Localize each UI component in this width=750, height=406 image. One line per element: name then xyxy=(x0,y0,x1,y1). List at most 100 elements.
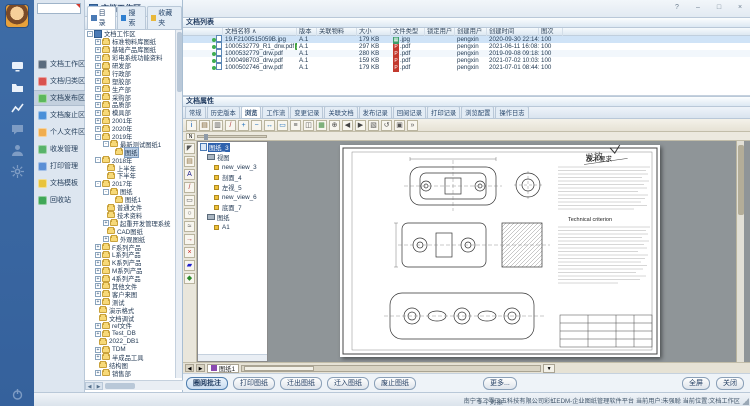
tree-expander-icon[interactable]: - xyxy=(95,157,101,163)
tree-node[interactable]: +客户来图 xyxy=(85,290,175,298)
file-row[interactable]: 1000498703_drw.pdfA.1159 KBP.pdfpengxin2… xyxy=(183,57,750,64)
fullscreen-button[interactable]: 全屏 xyxy=(682,377,710,390)
fit-page-icon[interactable]: ▭ xyxy=(277,120,288,131)
fit-width-icon[interactable]: ↔ xyxy=(264,120,275,131)
tree-expander-icon[interactable]: + xyxy=(95,260,101,266)
props-tab-7[interactable]: 发布记录 xyxy=(359,106,392,118)
zoom-out-icon[interactable]: − xyxy=(251,120,262,131)
tree-horizontal-scrollbar[interactable]: ◀ ▶ xyxy=(85,380,183,390)
tree-node[interactable]: +Test_DB xyxy=(85,330,175,338)
shape-tool-icon[interactable]: ◆ xyxy=(184,273,195,284)
sidebar-item-5[interactable]: 个人文件区 xyxy=(34,124,85,140)
model-tree-node[interactable]: new_view_6 xyxy=(198,192,267,202)
scroll-right-icon[interactable]: ▶ xyxy=(94,382,103,390)
tree-node[interactable]: +ref文件 xyxy=(85,322,175,330)
props-tab-10[interactable]: 浏览配置 xyxy=(461,106,494,118)
tree-expander-icon[interactable]: + xyxy=(95,126,101,132)
tree-expander-icon[interactable]: - xyxy=(103,189,109,195)
tree-node[interactable]: +销售部 xyxy=(85,369,175,377)
resize-grip[interactable] xyxy=(742,398,749,405)
props-tab-8[interactable]: 回阅记录 xyxy=(393,106,426,118)
file-row[interactable]: 1000532779_drw.pdfA.1280 KBP.pdfpengxin2… xyxy=(183,50,750,57)
measure-icon[interactable]: ▣ xyxy=(394,120,405,131)
model-tree-node[interactable]: 剖面_4 xyxy=(198,172,267,182)
arrow-tool-icon[interactable]: → xyxy=(184,234,195,245)
snapshot-icon[interactable]: ▦ xyxy=(316,120,327,131)
prev-page-icon[interactable]: ◀ xyxy=(342,120,353,131)
tree-expander-icon[interactable]: + xyxy=(95,347,101,353)
tree-expander-icon[interactable]: + xyxy=(95,110,101,116)
tree-expander-icon[interactable]: + xyxy=(95,299,101,305)
views-icon[interactable]: ◫ xyxy=(303,120,314,131)
thumbnails-icon[interactable]: ▤ xyxy=(199,120,210,131)
sheet-prev-icon[interactable]: ◀ xyxy=(185,364,194,372)
avatar[interactable] xyxy=(5,4,29,28)
tree-expander-icon[interactable]: + xyxy=(95,323,101,329)
column-header-7[interactable]: 创建用户 xyxy=(455,28,487,36)
canvas-vertical-scrollbar[interactable] xyxy=(736,141,744,362)
tree-expander-icon[interactable]: - xyxy=(95,134,101,140)
sidebar-item-8[interactable]: 文档模板 xyxy=(34,175,85,191)
tree-expander-icon[interactable]: + xyxy=(95,276,101,282)
props-tab-11[interactable]: 操作日志 xyxy=(495,106,528,118)
model-tree-node[interactable]: A1 xyxy=(198,222,267,232)
sidebar-item-1[interactable]: 文档工作区 xyxy=(34,56,85,72)
props-tab-2[interactable]: 历史版本 xyxy=(207,106,240,118)
props-tab-5[interactable]: 变更记录 xyxy=(290,106,323,118)
tree-node[interactable]: 2022_DB1 xyxy=(85,338,175,346)
tree-expander-icon[interactable]: + xyxy=(95,244,101,250)
model-tree-node[interactable]: 图纸_3 xyxy=(198,142,267,152)
tree-expander-icon[interactable]: + xyxy=(95,47,101,53)
tree-expander-icon[interactable]: + xyxy=(95,63,101,69)
props-tab-9[interactable]: 打印记录 xyxy=(427,106,460,118)
print-icon[interactable]: ▥ xyxy=(212,120,223,131)
zoom-window-icon[interactable]: ▧ xyxy=(368,120,379,131)
column-header-3[interactable]: 关联物料 xyxy=(317,28,357,36)
zoom-in-icon[interactable]: + xyxy=(238,120,249,131)
tree-tab-1[interactable]: 目录 xyxy=(87,6,116,29)
circle-tool-icon[interactable]: ○ xyxy=(184,208,195,219)
file-row[interactable]: 1000532779_R1_drw.pdf最新A.1297 KBP.pdfpen… xyxy=(183,43,750,50)
column-header-4[interactable]: 大小 xyxy=(357,28,391,36)
power-icon[interactable] xyxy=(9,386,25,402)
tree-expander-icon[interactable]: - xyxy=(95,181,101,187)
tree-tab-2[interactable]: 搜索 xyxy=(117,6,146,29)
layers-icon[interactable]: ≡ xyxy=(290,120,301,131)
sidebar-item-7[interactable]: 打印管理 xyxy=(34,158,85,174)
sheet-tab[interactable]: 图纸1 xyxy=(207,364,239,373)
sheet-next-icon[interactable]: ▶ xyxy=(196,364,205,372)
model-tree-node[interactable]: new_view_3 xyxy=(198,162,267,172)
scroll-left-icon[interactable]: ◀ xyxy=(85,382,94,390)
column-header-1[interactable]: 文档名称 ∧ xyxy=(223,28,297,36)
tree-expander-icon[interactable]: + xyxy=(95,268,101,274)
nav-search-input[interactable] xyxy=(37,3,81,14)
action-button-1[interactable]: 圈阅批注 xyxy=(186,377,228,390)
help-button[interactable]: ? xyxy=(671,2,683,13)
tree-expander-icon[interactable]: + xyxy=(95,102,101,108)
next-page-icon[interactable]: ▶ xyxy=(355,120,366,131)
rect-tool-icon[interactable]: ▭ xyxy=(184,195,195,206)
minimize-button[interactable]: – xyxy=(692,2,704,13)
file-row[interactable]: 19.F2100515059B.jpgA.1179 KB▦.jpgpengxin… xyxy=(183,36,750,43)
user-icon[interactable] xyxy=(9,142,25,158)
highlight-tool-icon[interactable]: ▰ xyxy=(184,260,195,271)
more-button[interactable]: 更多... xyxy=(483,377,517,390)
tree-tab-3[interactable]: 收藏夹 xyxy=(147,6,182,29)
tree-expander-icon[interactable]: + xyxy=(95,283,101,289)
action-button-4[interactable]: 迁入图纸 xyxy=(327,377,369,390)
sidebar-item-4[interactable]: 文档废止区 xyxy=(34,107,85,123)
model-tree-node[interactable]: 底面_7 xyxy=(198,202,267,212)
maximize-button[interactable]: □ xyxy=(713,2,725,13)
props-tab-4[interactable]: 工作流 xyxy=(262,106,289,118)
props-tab-1[interactable]: 常规 xyxy=(185,106,206,118)
drawing-canvas[interactable]: 技术要求 Technical criterion 发放 xyxy=(268,141,736,362)
tree-expander-icon[interactable]: - xyxy=(87,31,93,37)
expand-icon[interactable]: » xyxy=(407,120,418,131)
close-doc-button[interactable]: 关闭 xyxy=(716,377,744,390)
gear-icon[interactable] xyxy=(9,163,25,179)
chat-icon[interactable] xyxy=(9,121,25,137)
sidebar-item-3[interactable]: 文档发布区 xyxy=(34,90,85,106)
action-button-5[interactable]: 废止图纸 xyxy=(374,377,416,390)
sidebar-item-2[interactable]: 文档归类区 xyxy=(34,73,85,89)
model-tree-node[interactable]: 图纸 xyxy=(198,212,267,222)
